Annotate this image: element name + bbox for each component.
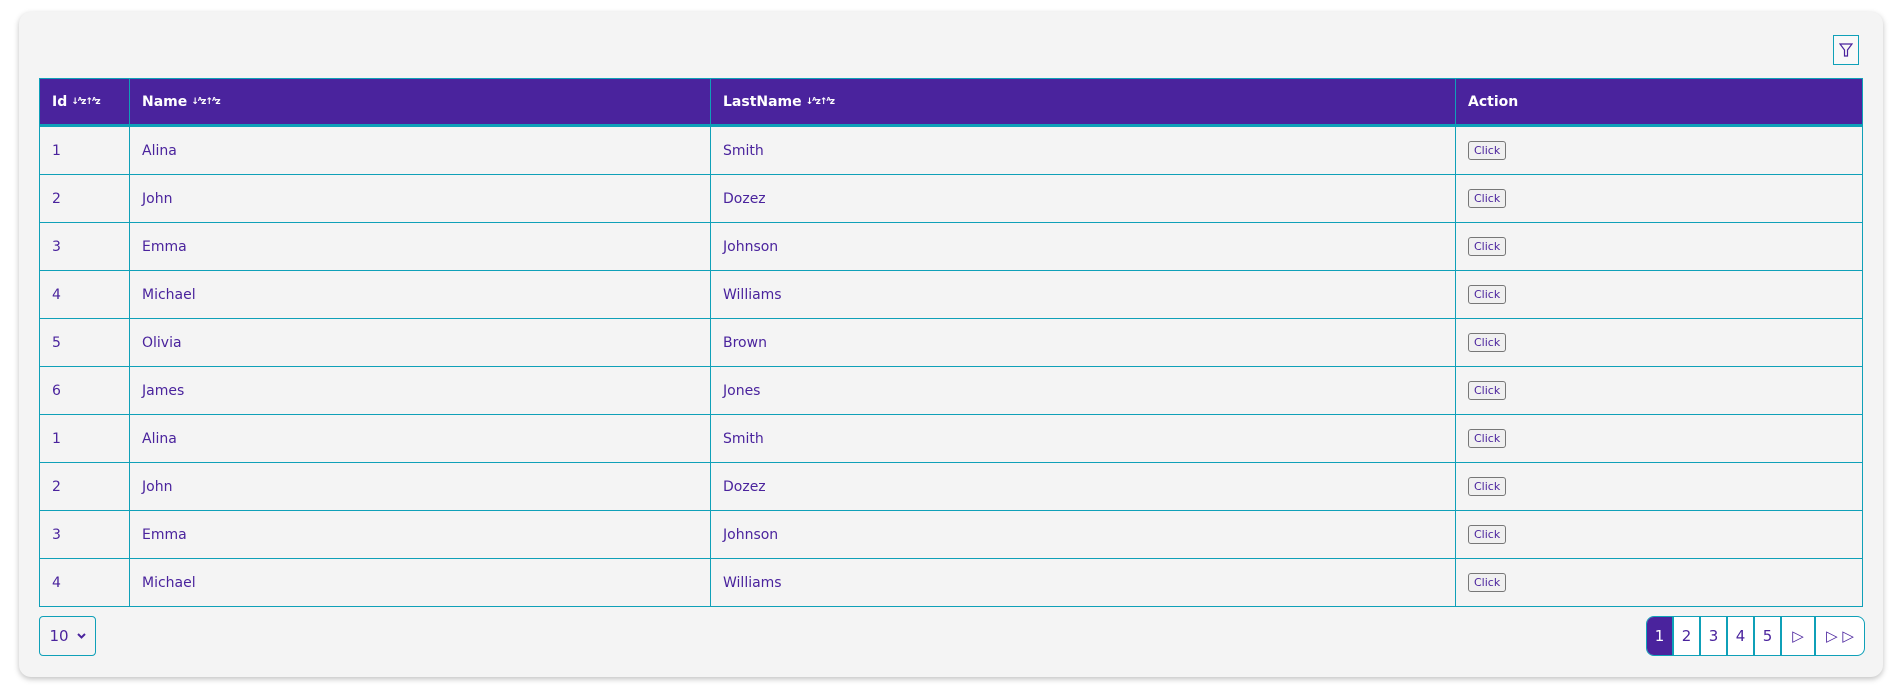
cell-action: Click xyxy=(1455,318,1863,367)
cell-name: James xyxy=(129,366,711,415)
table-row: 4 Michael Williams Click xyxy=(39,270,1863,319)
column-header-lastname[interactable]: LastName ↓ᴬz↑ᴬz xyxy=(710,78,1456,127)
page-size-select[interactable]: 10 xyxy=(39,616,96,656)
filter-funnel-icon xyxy=(1839,43,1853,57)
cell-lastname: Brown xyxy=(710,318,1456,367)
cell-id: 4 xyxy=(39,270,130,319)
table-row: 3 Emma Johnson Click xyxy=(39,510,1863,559)
cell-lastname: Johnson xyxy=(710,510,1456,559)
cell-id: 2 xyxy=(39,174,130,223)
sort-icon[interactable]: ↓ᴬz↑ᴬz xyxy=(71,97,100,107)
cell-lastname: Smith xyxy=(710,414,1456,463)
cell-lastname: Dozez xyxy=(710,174,1456,223)
table-row: 3 Emma Johnson Click xyxy=(39,222,1863,271)
click-button[interactable]: Click xyxy=(1468,525,1507,544)
click-button[interactable]: Click xyxy=(1468,333,1507,352)
cell-action: Click xyxy=(1455,414,1863,463)
next-page-button[interactable]: ▷ xyxy=(1782,617,1816,655)
click-button[interactable]: Click xyxy=(1468,141,1507,160)
cell-name: Olivia xyxy=(129,318,711,367)
cell-lastname: Jones xyxy=(710,366,1456,415)
table-header-row: Id ↓ᴬz↑ᴬz Name ↓ᴬz↑ᴬz LastName ↓ᴬz↑ᴬz Actio… xyxy=(39,78,1863,127)
cell-id: 3 xyxy=(39,222,130,271)
cell-lastname: Dozez xyxy=(710,462,1456,511)
data-table: Id ↓ᴬz↑ᴬz Name ↓ᴬz↑ᴬz LastName ↓ᴬz↑ᴬz Actio… xyxy=(39,78,1863,607)
cell-name: John xyxy=(129,462,711,511)
table-row: 4 Michael Williams Click xyxy=(39,558,1863,607)
cell-name: John xyxy=(129,174,711,223)
table-row: 5 Olivia Brown Click xyxy=(39,318,1863,367)
cell-action: Click xyxy=(1455,462,1863,511)
cell-action: Click xyxy=(1455,510,1863,559)
table-row: 2 John Dozez Click xyxy=(39,462,1863,511)
cell-name: Alina xyxy=(129,414,711,463)
cell-id: 2 xyxy=(39,462,130,511)
cell-action: Click xyxy=(1455,222,1863,271)
sort-icon[interactable]: ↓ᴬz↑ᴬz xyxy=(191,97,220,107)
cell-name: Emma xyxy=(129,222,711,271)
cell-id: 1 xyxy=(39,414,130,463)
page-button-4[interactable]: 4 xyxy=(1728,617,1755,655)
cell-id: 4 xyxy=(39,558,130,607)
cell-id: 5 xyxy=(39,318,130,367)
cell-lastname: Williams xyxy=(710,270,1456,319)
cell-action: Click xyxy=(1455,125,1863,175)
cell-id: 3 xyxy=(39,510,130,559)
table-row: 6 James Jones Click xyxy=(39,366,1863,415)
column-header-action: Action xyxy=(1455,78,1863,127)
table-card: Id ↓ᴬz↑ᴬz Name ↓ᴬz↑ᴬz LastName ↓ᴬz↑ᴬz Actio… xyxy=(19,12,1883,677)
cell-id: 6 xyxy=(39,366,130,415)
cell-action: Click xyxy=(1455,174,1863,223)
page-button-2[interactable]: 2 xyxy=(1674,617,1701,655)
page-button-1[interactable]: 1 xyxy=(1647,617,1674,655)
table-row: 1 Alina Smith Click xyxy=(39,125,1863,175)
click-button[interactable]: Click xyxy=(1468,477,1507,496)
page-button-3[interactable]: 3 xyxy=(1701,617,1728,655)
click-button[interactable]: Click xyxy=(1468,429,1507,448)
pagination: 1 2 3 4 5 ▷ ▷ ▷ xyxy=(1646,616,1865,656)
cell-action: Click xyxy=(1455,558,1863,607)
cell-name: Michael xyxy=(129,558,711,607)
table-row: 2 John Dozez Click xyxy=(39,174,1863,223)
cell-action: Click xyxy=(1455,270,1863,319)
filter-button[interactable] xyxy=(1833,35,1859,65)
table-row: 1 Alina Smith Click xyxy=(39,414,1863,463)
cell-name: Alina xyxy=(129,125,711,175)
last-page-button[interactable]: ▷ ▷ xyxy=(1816,617,1864,655)
column-header-id[interactable]: Id ↓ᴬz↑ᴬz xyxy=(39,78,130,127)
click-button[interactable]: Click xyxy=(1468,285,1507,304)
chevron-down-icon xyxy=(76,633,86,639)
click-button[interactable]: Click xyxy=(1468,381,1507,400)
cell-id: 1 xyxy=(39,125,130,175)
click-button[interactable]: Click xyxy=(1468,237,1507,256)
click-button[interactable]: Click xyxy=(1468,573,1507,592)
cell-name: Michael xyxy=(129,270,711,319)
cell-lastname: Smith xyxy=(710,125,1456,175)
cell-name: Emma xyxy=(129,510,711,559)
column-header-name[interactable]: Name ↓ᴬz↑ᴬz xyxy=(129,78,711,127)
cell-lastname: Williams xyxy=(710,558,1456,607)
cell-lastname: Johnson xyxy=(710,222,1456,271)
cell-action: Click xyxy=(1455,366,1863,415)
click-button[interactable]: Click xyxy=(1468,189,1507,208)
sort-icon[interactable]: ↓ᴬz↑ᴬz xyxy=(806,97,835,107)
page-button-5[interactable]: 5 xyxy=(1755,617,1782,655)
